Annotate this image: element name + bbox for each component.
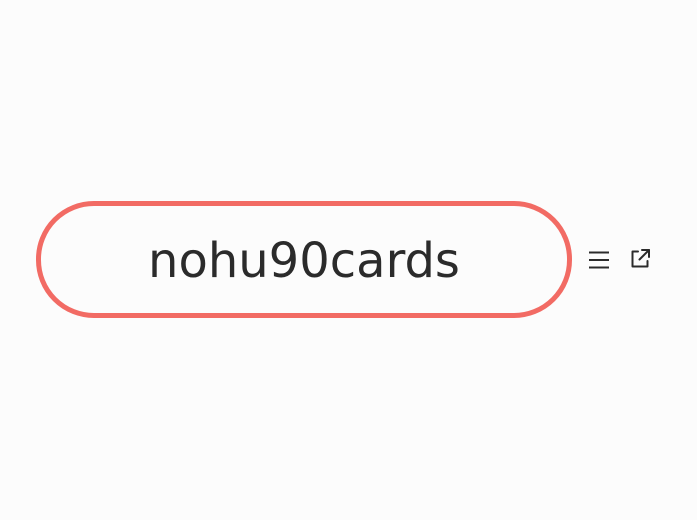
node-pill[interactable]: nohu90cards <box>36 201 572 318</box>
menu-button[interactable] <box>585 246 613 274</box>
external-link-icon <box>628 247 652 271</box>
canvas: nohu90cards <box>0 0 697 520</box>
open-external-button[interactable] <box>626 245 654 273</box>
node-label: nohu90cards <box>148 232 460 289</box>
hamburger-menu-icon <box>587 248 611 272</box>
